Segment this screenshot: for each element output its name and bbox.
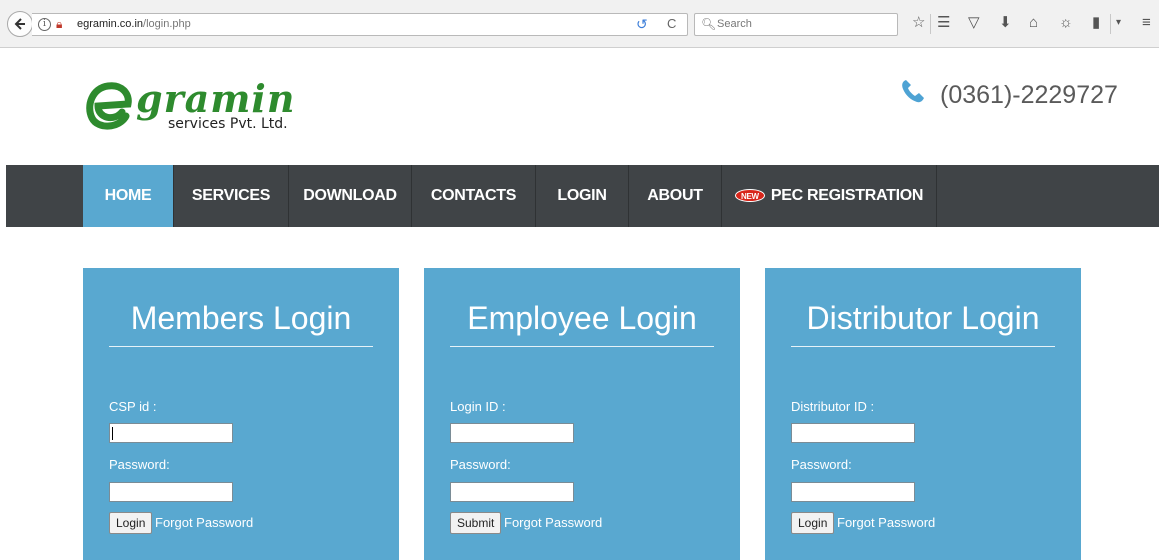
password-label: Password:	[109, 457, 170, 472]
nav-item-label: SERVICES	[191, 187, 271, 204]
forgot-password-link[interactable]: Forgot Password	[837, 515, 935, 530]
password-input[interactable]	[109, 482, 233, 502]
browser-toolbar: i 🔒︎ egramin.co.in/login.php ↺ C 🔍︎ Sear…	[0, 0, 1159, 48]
pocket-icon[interactable]: ▽	[968, 14, 980, 32]
toolbar-divider	[930, 14, 931, 34]
login-button[interactable]: Login	[109, 512, 153, 534]
back-arrow-icon[interactable]	[7, 11, 33, 37]
nav-item-download[interactable]: DOWNLOAD	[289, 165, 411, 227]
bookmarks-menu-icon[interactable]: ☰	[937, 14, 950, 32]
panel-title: Members Login	[130, 300, 352, 336]
nav-item-about[interactable]: ABOUT	[629, 165, 721, 227]
chevron-down-icon[interactable]: ▾	[1116, 14, 1121, 32]
password-label: Password:	[791, 457, 852, 472]
password-label: Password:	[450, 457, 511, 472]
nav-item-login[interactable]: LOGIN	[536, 165, 628, 227]
forgot-password-link[interactable]: Forgot Password	[155, 515, 253, 530]
phone-number: (0361)-2229727	[940, 81, 1118, 109]
csp-id-label: CSP id :	[109, 399, 157, 414]
distributor-id-label: Distributor ID :	[791, 399, 875, 414]
toolbar-divider	[1110, 14, 1111, 34]
logo[interactable]: gramin services Pvt. Ltd.	[84, 76, 304, 142]
logo-subtitle: services Pvt. Ltd.	[168, 116, 288, 132]
members-login-panel: Members Login CSP id : Password: Login F…	[83, 268, 399, 560]
nav-item-label: PEC REGISTRATION	[770, 187, 924, 204]
url-domain: egramin.co.in	[77, 18, 144, 30]
title-divider	[450, 346, 714, 347]
title-divider	[791, 346, 1055, 347]
reload-icon[interactable]: C	[667, 16, 676, 31]
bookmark-star-icon[interactable]: ☆	[912, 14, 925, 32]
csp-id-input[interactable]	[109, 423, 233, 443]
addon-icon[interactable]: ▮	[1092, 14, 1100, 32]
nav-divider	[936, 165, 937, 227]
password-input[interactable]	[450, 482, 574, 502]
submit-button[interactable]: Submit	[450, 512, 502, 534]
logo-wordmark: gramin	[136, 76, 296, 121]
site-info-icon[interactable]: i	[38, 18, 51, 31]
insecure-lock-icon[interactable]: 🔒︎	[56, 17, 62, 32]
nav-item-label: DOWNLOAD	[303, 187, 397, 204]
nav-item-label: CONTACTS	[430, 187, 517, 204]
extension-icon[interactable]: ☼	[1059, 14, 1073, 32]
main-nav: HOME SERVICES DOWNLOAD CONTACTS LOGIN AB…	[6, 165, 1159, 227]
distributor-login-panel: Distributor Login Distributor ID : Passw…	[765, 268, 1081, 560]
nav-item-pec-registration[interactable]: NEW PEC REGISTRATION	[722, 165, 936, 227]
nav-item-services[interactable]: SERVICES	[174, 165, 288, 227]
reader-view-icon[interactable]: ↺	[636, 16, 648, 33]
nav-item-contacts[interactable]: CONTACTS	[412, 165, 535, 227]
nav-item-label: HOME	[104, 187, 152, 204]
phone-icon	[902, 80, 924, 103]
distributor-id-input[interactable]	[791, 423, 915, 443]
nav-item-label: ABOUT	[647, 187, 703, 204]
login-button[interactable]: Login	[791, 512, 835, 534]
logo-e-icon	[86, 82, 132, 130]
url-path: /login.php	[143, 18, 191, 30]
hamburger-menu-icon[interactable]: ≡	[1142, 14, 1151, 32]
login-id-label: Login ID :	[450, 399, 506, 414]
home-icon[interactable]: ⌂	[1029, 14, 1038, 32]
search-bar[interactable]: 🔍︎ Search	[694, 13, 898, 36]
employee-login-panel: Employee Login Login ID : Password: Subm…	[424, 268, 740, 560]
password-input[interactable]	[791, 482, 915, 502]
forgot-password-link[interactable]: Forgot Password	[504, 515, 602, 530]
nav-item-label: LOGIN	[557, 187, 607, 204]
new-badge: NEW	[734, 189, 765, 203]
download-icon[interactable]: ⬇	[999, 14, 1012, 32]
nav-item-home[interactable]: HOME	[83, 165, 173, 227]
search-icon: 🔍︎	[701, 17, 717, 31]
panel-title: Distributor Login	[806, 300, 1040, 336]
url-text[interactable]: egramin.co.in/login.php	[77, 18, 191, 30]
address-bar[interactable]: i 🔒︎ egramin.co.in/login.php ↺ C	[32, 13, 688, 36]
panel-title: Employee Login	[467, 300, 697, 336]
title-divider	[109, 346, 373, 347]
search-placeholder: Search	[717, 18, 752, 30]
login-id-input[interactable]	[450, 423, 574, 443]
